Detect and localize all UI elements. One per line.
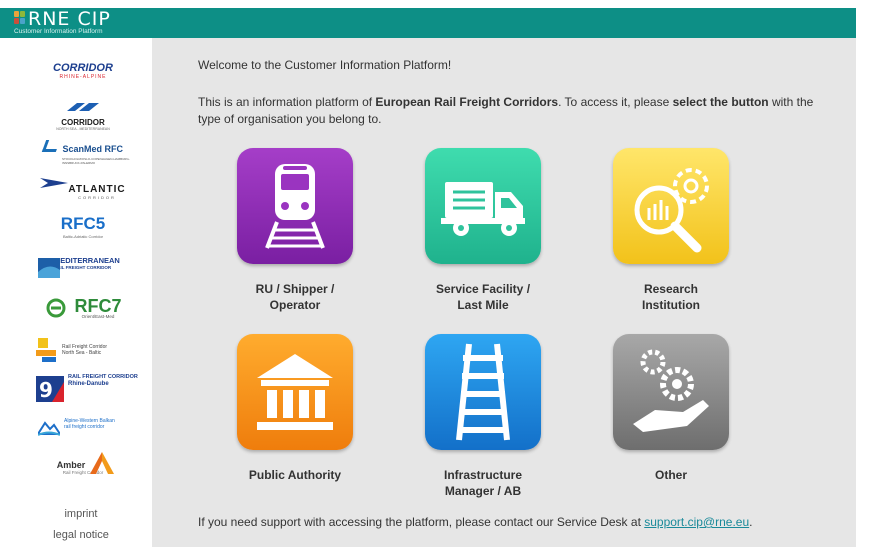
- building-icon: [257, 354, 333, 430]
- corridor-atlantic-logo[interactable]: ATLANTIC CORRIDOR: [28, 176, 138, 200]
- scanmed-mark-icon: [41, 140, 61, 152]
- train-icon: [265, 164, 325, 249]
- support-email-link[interactable]: support.cip@rne.eu: [644, 515, 749, 529]
- logo-subtitle: Customer Information Platform: [14, 28, 103, 35]
- support-text: If you need support with accessing the p…: [198, 515, 753, 529]
- legal-notice-link[interactable]: legal notice: [10, 529, 152, 541]
- corridor-amber-logo[interactable]: Amber Rail Freight Corridor: [28, 452, 138, 475]
- corridor-sidebar: CORRIDOR RHINE-ALPINE CORRIDOR NORTH SEA…: [10, 38, 152, 547]
- tile-label-service-facility: Service Facility / Last Mile: [435, 282, 531, 312]
- gears-hand-icon: [633, 349, 709, 432]
- main-content: Welcome to the Customer Information Plat…: [152, 38, 856, 547]
- north-sea-baltic-mark-icon: [36, 338, 56, 362]
- tile-label-other: Other: [654, 468, 687, 482]
- public-authority-button[interactable]: [237, 334, 353, 450]
- rfc7-swirl-icon: [46, 298, 66, 318]
- corridor-scanmed-logo[interactable]: ScanMed RFC STOCKHOLM/OSLO-COPENHAGEN-HA…: [28, 139, 138, 165]
- logo-text: RNE CIP: [28, 8, 111, 30]
- corridor-north-sea-baltic-logo[interactable]: Rail Freight Corridor North Sea - Baltic: [28, 338, 138, 362]
- corridor-stripes-icon: [67, 103, 99, 111]
- atlantic-arrow-icon: [40, 178, 68, 188]
- intro-text: This is an information platform of Europ…: [198, 95, 814, 126]
- corridor-mediterranean-logo[interactable]: MEDITERRANEAN RAIL FREIGHT CORRIDOR: [28, 256, 138, 278]
- rne-cip-logo[interactable]: RNE CIP Customer Information Platform: [10, 8, 146, 38]
- svg-text:9: 9: [39, 378, 53, 402]
- other-button[interactable]: [613, 334, 729, 450]
- tile-label-infrastructure: Infrastructure Manager / AB: [443, 468, 523, 498]
- research-institution-button[interactable]: [613, 148, 729, 264]
- research-icon: [634, 168, 709, 253]
- truck-icon: [441, 182, 525, 236]
- welcome-text: Welcome to the Customer Information Plat…: [198, 58, 452, 72]
- infrastructure-manager-button[interactable]: [425, 334, 541, 450]
- ru-shipper-operator-button[interactable]: [237, 148, 353, 264]
- corridor-rfc5-logo[interactable]: RFC5 Baltic-Adriatic Corridor: [28, 214, 138, 239]
- alpine-balkan-mark-icon: [38, 421, 60, 436]
- corridor-rfc7-logo[interactable]: RFC7 Orient/East-Med: [28, 296, 138, 319]
- corridor-alpine-western-balkan-logo[interactable]: Alpine-Western Balkan rail freight corri…: [28, 418, 138, 436]
- corridor-rhine-danube-logo[interactable]: 9 RAIL FREIGHT CORRIDOR Rhine-Danube: [28, 374, 138, 402]
- tile-label-ru: RU / Shipper / Operator: [255, 282, 335, 312]
- rail-track-icon: [456, 343, 510, 441]
- imprint-link[interactable]: imprint: [10, 508, 152, 520]
- mediterranean-mark-icon: [38, 258, 60, 278]
- amber-triangle-icon: [90, 452, 114, 474]
- corridor-north-sea-med-logo[interactable]: CORRIDOR NORTH SEA - MEDITERRANEAN: [28, 100, 138, 131]
- rhine-danube-mark-icon: 9: [36, 376, 64, 402]
- tile-label-public-authority: Public Authority: [248, 468, 342, 482]
- logo-mark-icon: [14, 11, 26, 25]
- service-facility-button[interactable]: [425, 148, 541, 264]
- tile-label-research: Research Institution: [642, 282, 700, 312]
- corridor-rhine-alpine-logo[interactable]: CORRIDOR RHINE-ALPINE: [28, 62, 138, 80]
